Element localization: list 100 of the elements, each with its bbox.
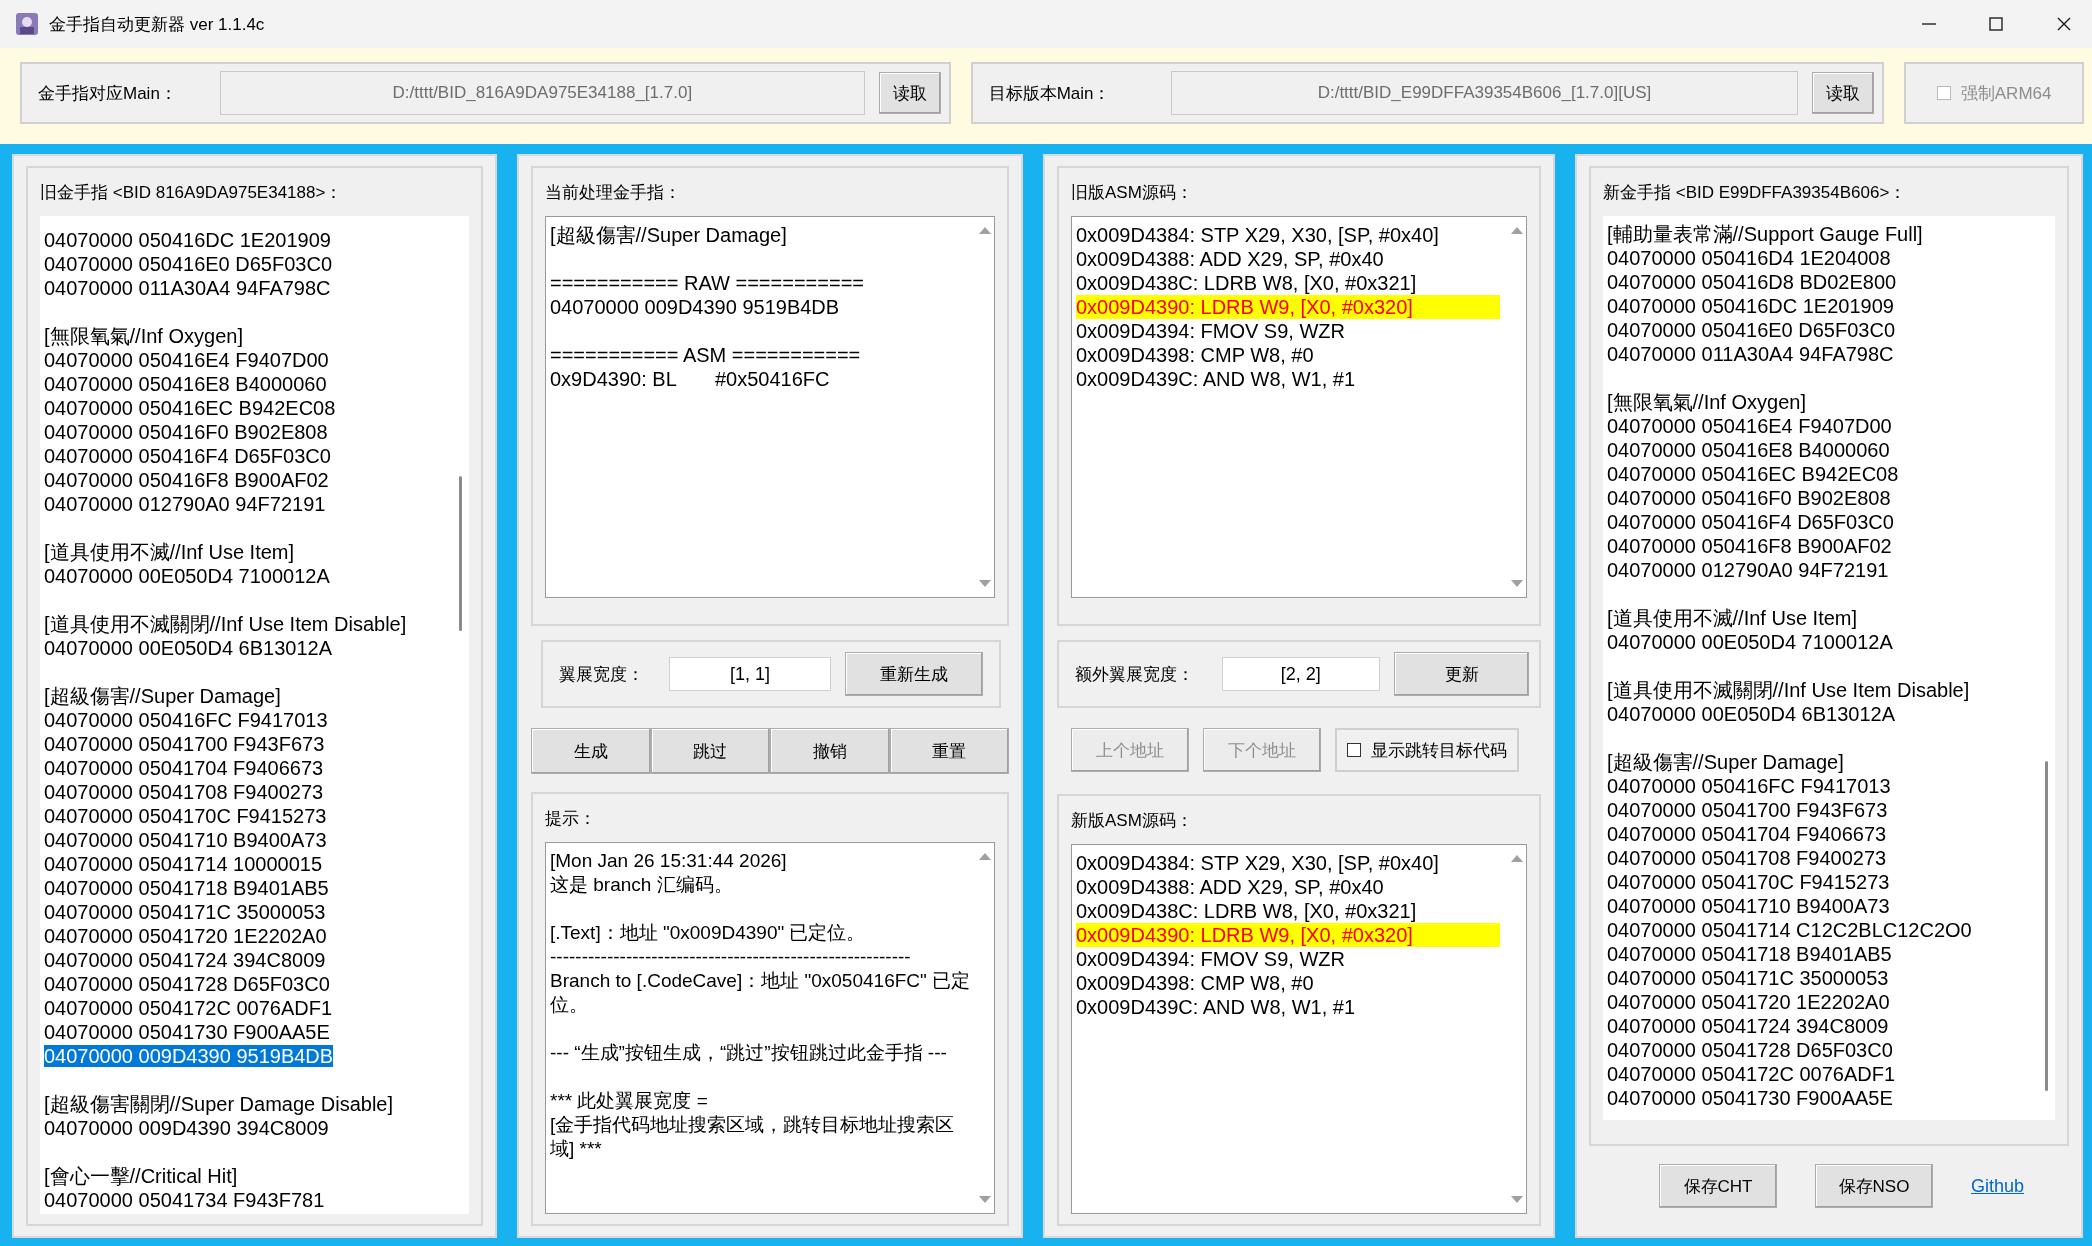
text-line: 04070000 009D4390 9519B4DB [550,295,841,319]
list-item[interactable]: 04070000 050416F0 B902E808 [1607,487,1891,509]
action-button[interactable]: 重置 [889,728,1009,774]
list-item[interactable]: 04070000 05041704 F9406673 [44,757,324,779]
list-item[interactable]: 04070000 05041724 394C8009 [1607,1015,1889,1037]
scroll-down-icon [978,579,992,589]
list-item[interactable]: 04070000 012790A0 94F72191 [44,493,326,515]
list-item[interactable]: 04070000 050416F0 B902E808 [44,421,328,443]
list-item[interactable]: [道具使用不滅//Inf Use Item] [1607,607,1858,629]
list-item[interactable]: 04070000 050416FC F9417013 [44,709,328,731]
list-item[interactable]: 04070000 05041734 F943F781 [44,1189,325,1211]
list-item[interactable]: 04070000 05041708 F9400273 [1607,847,1887,869]
list-item[interactable]: 04070000 05041708 F9400273 [44,781,324,803]
list-item[interactable]: [超級傷害//Super Damage] [1607,751,1844,773]
list-item[interactable]: 04070000 0504172C 0076ADF1 [44,997,333,1019]
app-icon [15,12,39,36]
list-item[interactable]: 04070000 05041714 10000015 [44,853,323,875]
list-item[interactable]: 04070000 050416E0 D65F03C0 [44,253,333,275]
field-label: 目标版本Main： [988,82,1112,105]
list-item[interactable]: 04070000 05041730 F900AA5E [1607,1087,1893,1109]
cheat-list[interactable] [40,216,451,1214]
list-item[interactable]: [超級傷害關閉//Super Damage Disable] [44,1093,393,1115]
scrollbar-thumb[interactable] [458,476,462,631]
list-item[interactable]: 04070000 05041718 B9401AB5 [1607,943,1892,965]
list-item[interactable]: [無限氧氣//Inf Oxygen] [1607,391,1806,413]
list-item[interactable]: 04070000 050416E8 B4000060 [44,373,327,395]
list-item[interactable]: 04070000 050416D4 1E204008 [1607,247,1891,269]
list-item[interactable]: 04070000 05041714 C12C2BLC12C2O0 [1607,919,1972,941]
list-item[interactable]: 04070000 050416E4 F9407D00 [44,349,329,371]
group-title: 当前处理金手指： [545,181,682,204]
path-field[interactable]: D:/tttt/BID_816A9DA975E34188_[1.7.0] [220,71,865,115]
list-item[interactable]: [無限氧氣//Inf Oxygen] [44,325,243,347]
asm-line: 0x009D4388: ADD X29, SP, #0x40 [1076,247,1385,271]
input-field[interactable]: [2, 2] [1221,657,1381,691]
read-button[interactable]: 读取 [878,72,941,114]
action-button[interactable]: 跳过 [650,728,770,774]
selected-list-item[interactable]: 04070000 009D4390 9519B4DB [44,1045,334,1067]
path-field[interactable]: D:/tttt/BID_E99DFFA39354B606_[1.7.0][US] [1170,71,1799,115]
list-item[interactable]: 04070000 009D4390 394C8009 [44,1117,329,1139]
list-item[interactable]: 04070000 050416E0 D65F03C0 [1607,319,1896,341]
scrollbar-thumb[interactable] [2044,761,2048,1091]
action-button[interactable]: 撤销 [770,728,890,774]
group-title: 提示： [545,807,597,830]
list-item[interactable]: 04070000 0504171C 35000053 [1607,967,1889,989]
list-item[interactable]: 04070000 05041710 B9400A73 [44,829,327,851]
list-item[interactable]: 04070000 0504170C F9415273 [44,805,327,827]
list-item[interactable]: 04070000 00E050D4 7100012A [44,565,330,587]
list-item[interactable]: 04070000 050416FC F9417013 [1607,775,1891,797]
field-label: 金手指对应Main： [38,82,178,105]
list-item[interactable]: [會心一擊//Critical Hit] [44,1165,238,1187]
list-item[interactable]: 04070000 05041730 F900AA5E [44,1021,330,1043]
list-item[interactable]: 04070000 05041704 F9406673 [1607,823,1887,845]
list-item[interactable]: 04070000 0504172C 0076ADF1 [1607,1063,1896,1085]
list-item[interactable]: [輔助量表常滿//Support Gauge Full] [1607,223,1923,245]
list-item[interactable]: 04070000 05041728 D65F03C0 [44,973,330,995]
list-item[interactable]: 04070000 050416F8 B900AF02 [1607,535,1892,557]
text-line: 这是 branch 汇编码。 [550,873,734,897]
list-item[interactable]: 04070000 00E050D4 6B13012A [44,637,333,659]
asm-line: 0x009D438C: LDRB W8, [X0, #0x321] [1076,899,1418,923]
list-item[interactable]: 04070000 050416DC 1E201909 [44,229,331,251]
github-link[interactable]: Github [1971,1175,2025,1197]
asm-line: 0x009D439C: AND W8, W1, #1 [1076,995,1356,1019]
list-item[interactable]: 04070000 05041710 B9400A73 [1607,895,1890,917]
list-item[interactable]: 04070000 011A30A4 94FA798C [44,277,331,299]
list-item[interactable]: 04070000 0504171C 35000053 [44,901,326,923]
list-item[interactable]: 04070000 050416F8 B900AF02 [44,469,329,491]
list-item[interactable]: 04070000 05041718 B9401AB5 [44,877,329,899]
list-item[interactable]: [道具使用不滅關閉//Inf Use Item Disable] [1607,679,1970,701]
input-field[interactable]: [1, 1] [669,657,831,691]
list-item[interactable]: 04070000 00E050D4 7100012A [1607,631,1893,653]
list-item[interactable]: 04070000 050416E8 B4000060 [1607,439,1890,461]
read-button[interactable]: 读取 [1812,72,1875,114]
action-button[interactable]: 生成 [531,728,651,774]
text-line: --- “生成”按钮生成，“跳过”按钮跳过此金手指 --- [550,1041,948,1065]
list-item[interactable]: 04070000 012790A0 94F72191 [1607,559,1889,581]
list-item[interactable]: 04070000 050416EC B942EC08 [1607,463,1899,485]
list-item[interactable]: 04070000 00E050D4 6B13012A [1607,703,1896,725]
list-item[interactable]: 04070000 05041720 1E2202A0 [1607,991,1890,1013]
group-title: 新版ASM源码： [1071,809,1194,832]
list-item[interactable]: 04070000 050416EC B942EC08 [44,397,336,419]
action-button[interactable]: 重新生成 [845,652,983,696]
list-item[interactable]: 04070000 05041724 394C8009 [44,949,326,971]
list-item[interactable]: 04070000 05041728 D65F03C0 [1607,1039,1893,1061]
list-item[interactable]: 04070000 05041720 1E2202A0 [44,925,327,947]
list-item[interactable]: 04070000 05041700 F943F673 [44,733,325,755]
list-item[interactable]: 04070000 050416F4 D65F03C0 [44,445,331,467]
list-item[interactable]: 04070000 050416F4 D65F03C0 [1607,511,1894,533]
list-item[interactable]: 04070000 011A30A4 94FA798C [1607,343,1894,365]
list-item[interactable]: 04070000 0504170C F9415273 [1607,871,1890,893]
list-item[interactable]: 04070000 05041700 F943F673 [1607,799,1888,821]
checkbox-control[interactable]: 显示跳转目标代码 [1335,728,1519,772]
list-item[interactable]: 04070000 050416E4 F9407D00 [1607,415,1892,437]
list-item[interactable]: [道具使用不滅關閉//Inf Use Item Disable] [44,613,407,635]
list-item[interactable]: [道具使用不滅//Inf Use Item] [44,541,295,563]
save-button[interactable]: 保存NSO [1815,1164,1933,1208]
list-item[interactable]: 04070000 050416D8 BD02E800 [1607,271,1897,293]
save-button[interactable]: 保存CHT [1659,1164,1777,1208]
action-button[interactable]: 更新 [1394,652,1529,696]
list-item[interactable]: [超級傷害//Super Damage] [44,685,281,707]
list-item[interactable]: 04070000 050416DC 1E201909 [1607,295,1894,317]
